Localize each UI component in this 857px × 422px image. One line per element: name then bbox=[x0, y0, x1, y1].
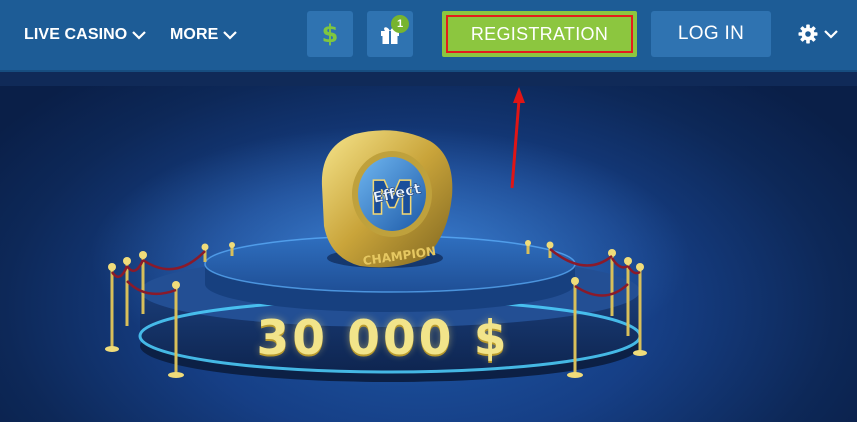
annotation-arrow-icon bbox=[510, 87, 525, 189]
